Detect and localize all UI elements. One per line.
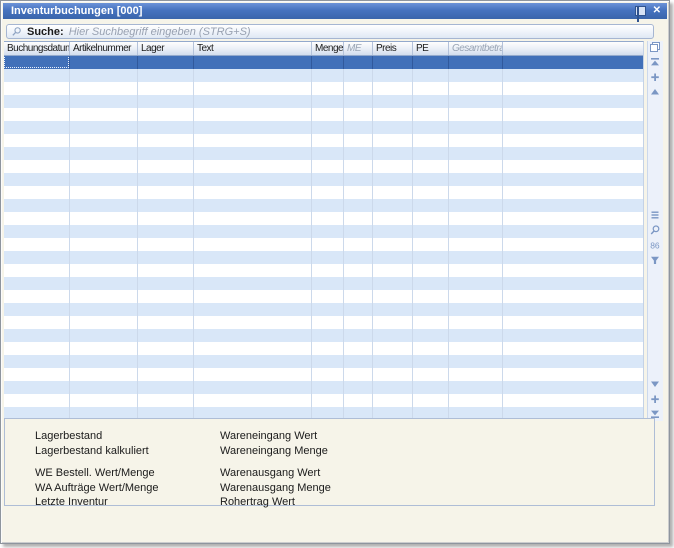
table-row[interactable] (4, 238, 643, 251)
table-row[interactable] (4, 147, 643, 160)
close-button[interactable]: ✕ (652, 3, 662, 19)
table-row[interactable] (4, 355, 643, 368)
summary-label-rohertrag-wert: Rohertrag Wert (220, 495, 331, 510)
table-row[interactable] (4, 212, 643, 225)
table-row[interactable] (4, 329, 643, 342)
column-header-me[interactable]: ME (344, 42, 373, 55)
scroll-page-down-icon[interactable] (649, 393, 661, 405)
grid-column-line (412, 56, 413, 69)
column-header-filler[interactable] (503, 42, 643, 55)
table-row[interactable] (4, 82, 643, 95)
grid-column-line (343, 56, 344, 69)
toolbar-group-copy (649, 41, 661, 53)
table-header: BuchungsdatumArtikelnummerLagerTextMenge… (4, 42, 643, 56)
grid-column-line (193, 56, 194, 69)
table-row[interactable] (4, 394, 643, 407)
search-placeholder: Hier Suchbegriff eingeben (STRG+S) (69, 26, 251, 38)
search-label: Suche: (27, 26, 64, 38)
summary-label-wareneingang-wert: Wareneingang Wert (220, 429, 331, 444)
summary-left-column: LagerbestandLagerbestand kalkuliert WE Be… (35, 429, 159, 510)
table-row[interactable] (4, 316, 643, 329)
table-row[interactable] (4, 69, 643, 82)
table-row[interactable] (4, 186, 643, 199)
app-window: Inventurbuchungen [000] ✕ Suche: Hier Su… (0, 0, 670, 544)
table-row[interactable] (4, 160, 643, 173)
table-row[interactable] (4, 225, 643, 238)
table-row[interactable] (4, 290, 643, 303)
scroll-line-up-icon[interactable] (649, 86, 661, 98)
selected-row[interactable] (4, 56, 643, 69)
grid-column-line (311, 56, 312, 69)
summary-label-letzte-inventur: Letzte Inventur (35, 495, 159, 510)
table-body (4, 56, 643, 418)
inventory-table: BuchungsdatumArtikelnummerLagerTextMenge… (4, 41, 644, 418)
scroll-line-down-icon[interactable] (649, 378, 661, 390)
table-row[interactable] (4, 251, 643, 264)
grid-column-line (69, 56, 70, 69)
table-row[interactable] (4, 173, 643, 186)
titlebar: Inventurbuchungen [000] ✕ (3, 3, 667, 19)
table-row[interactable] (4, 277, 643, 290)
column-header-menge[interactable]: Menge (312, 42, 344, 55)
summary-label-wareneingang-menge: Wareneingang Menge (220, 444, 331, 459)
table-row[interactable] (4, 199, 643, 212)
copy-icon[interactable] (649, 41, 661, 53)
table-side-toolbar: 86 (647, 41, 663, 421)
summary-label-warenausgang-wert: Warenausgang Wert (220, 466, 331, 481)
toolbar-group-bot (649, 378, 661, 420)
table-row[interactable] (4, 381, 643, 394)
table-row[interactable] (4, 121, 643, 134)
focus-cell (5, 56, 68, 67)
restore-icon (637, 7, 639, 22)
column-header-buchungsdatum[interactable]: Buchungsdatum (4, 42, 70, 55)
column-header-text[interactable]: Text (194, 42, 312, 55)
svg-text:86: 86 (650, 240, 660, 250)
summary-panel: LagerbestandLagerbestand kalkuliert WE Be… (4, 418, 655, 506)
window-title: Inventurbuchungen [000] (11, 5, 142, 17)
summary-label-wa-aufträge-wert-menge: WA Aufträge Wert/Menge (35, 481, 159, 496)
table-row[interactable] (4, 108, 643, 121)
grid-column-line (137, 56, 138, 69)
toolbar-group-top (649, 56, 661, 98)
toolbar-group-mid: 86 (649, 209, 661, 266)
goto-icon[interactable]: 86 (649, 239, 661, 251)
summary-label-we-bestell-wert-menge: WE Bestell. Wert/Menge (35, 466, 159, 481)
restore-button[interactable] (635, 6, 646, 16)
table-row[interactable] (4, 264, 643, 277)
column-header-artikelnummer[interactable]: Artikelnummer (70, 42, 138, 55)
table-row[interactable] (4, 303, 643, 316)
grid-column-line (502, 56, 503, 69)
grid-column-line (372, 56, 373, 69)
table-row[interactable] (4, 95, 643, 108)
summary-spacer (35, 458, 159, 466)
column-header-pe[interactable]: PE (413, 42, 449, 55)
column-header-lager[interactable]: Lager (138, 42, 194, 55)
search-icon (11, 26, 22, 37)
column-header-preis[interactable]: Preis (373, 42, 413, 55)
summary-label-lagerbestand-kalkuliert: Lagerbestand kalkuliert (35, 444, 159, 459)
list-icon[interactable] (649, 209, 661, 221)
summary-spacer (220, 458, 331, 466)
scroll-top-icon[interactable] (649, 56, 661, 68)
table-row[interactable] (4, 407, 643, 418)
zoom-icon[interactable] (649, 224, 661, 236)
column-header-gesamtbetrag[interactable]: Gesamtbetrag (449, 42, 503, 55)
summary-right-column: Wareneingang WertWareneingang Menge Waren… (220, 429, 331, 510)
table-row[interactable] (4, 134, 643, 147)
filter-icon[interactable] (649, 254, 661, 266)
scroll-page-up-icon[interactable] (649, 71, 661, 83)
window-controls: ✕ (635, 3, 662, 19)
table-row[interactable] (4, 368, 643, 381)
search-input[interactable]: Suche: Hier Suchbegriff eingeben (STRG+S… (6, 24, 654, 39)
table-row[interactable] (4, 342, 643, 355)
summary-label-lagerbestand: Lagerbestand (35, 429, 159, 444)
grid-column-line (448, 56, 449, 69)
summary-label-warenausgang-menge: Warenausgang Menge (220, 481, 331, 496)
